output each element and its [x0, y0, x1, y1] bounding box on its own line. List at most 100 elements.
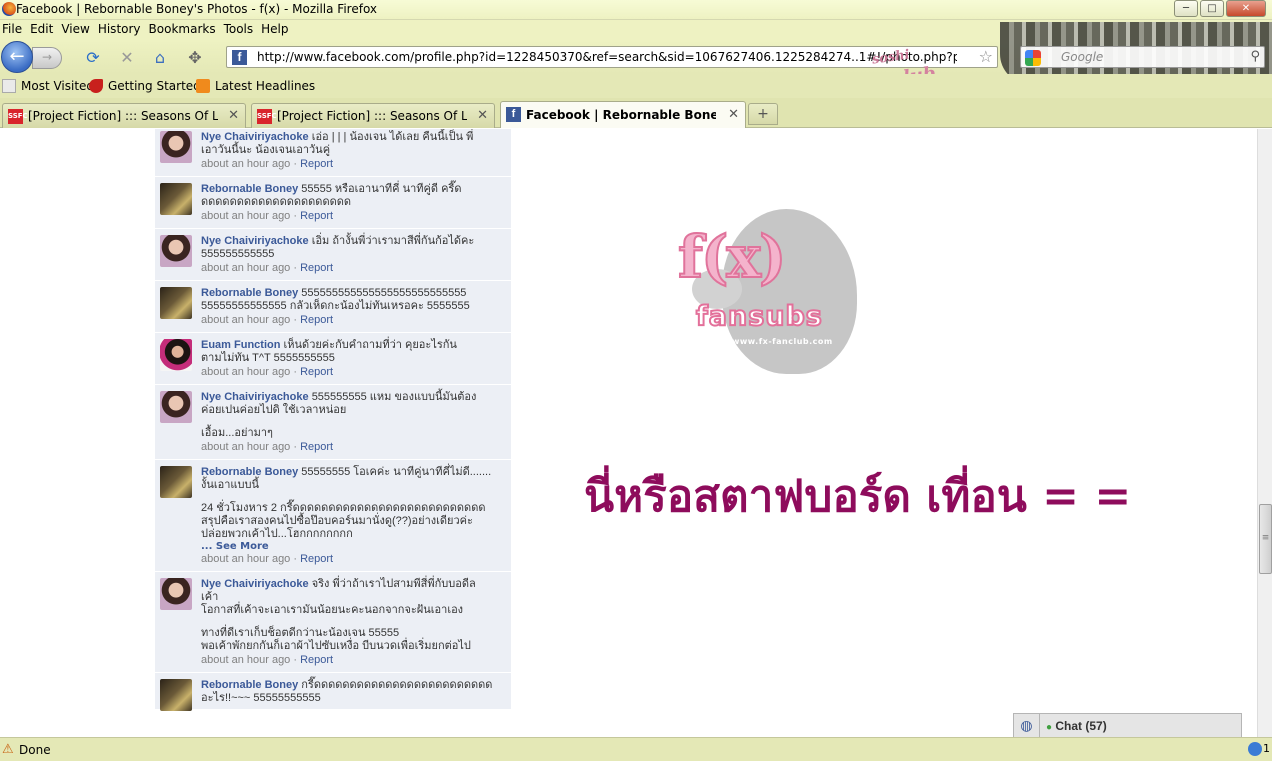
comment-item: Nye Chaiviriyachoke จริง พี่ว่าถ้าเราไปส… — [155, 572, 511, 673]
report-link[interactable]: Report — [300, 210, 333, 222]
avatar[interactable] — [160, 679, 192, 711]
stop-icon[interactable]: ✕ — [116, 48, 138, 68]
comment-body: จริง พี่ว่าถ้าเราไปสามพีสี่พี่กับบอดีล — [311, 578, 476, 590]
new-tab-button[interactable]: + — [748, 103, 778, 125]
bookmark-getting-started[interactable]: Getting Started — [89, 79, 201, 93]
comment-author-link[interactable]: Euam Function — [201, 339, 280, 351]
comment-author-link[interactable]: Rebornable Boney — [201, 466, 298, 478]
comment-author-link[interactable]: Rebornable Boney — [201, 679, 298, 691]
back-button[interactable]: ← — [1, 41, 33, 73]
menu-edit[interactable]: Edit — [28, 20, 59, 40]
back-arrow-icon: ← — [9, 46, 25, 67]
comment-timestamp: about an hour ago — [201, 441, 291, 453]
comment-text: Nye Chaiviriyachoke เอิ่ม ถ้างั้นพี่ว่าเ… — [201, 235, 507, 248]
url-text[interactable]: http://www.facebook.com/profile.php?id=1… — [257, 50, 957, 64]
window-controls: ─ □ ✕ — [1174, 0, 1266, 17]
avatar[interactable] — [160, 287, 192, 319]
comment-item: Nye Chaiviriyachoke เอิ่ม ถ้างั้นพี่ว่าเ… — [155, 229, 511, 281]
see-more-link[interactable]: ... See More — [201, 541, 507, 552]
menu-history[interactable]: History — [96, 20, 147, 40]
most-visited-icon — [2, 79, 16, 93]
avatar[interactable] — [160, 339, 192, 371]
report-link[interactable]: Report — [300, 262, 333, 274]
minimize-button[interactable]: ─ — [1174, 0, 1198, 17]
close-tab-icon[interactable]: ✕ — [477, 108, 488, 123]
avatar[interactable] — [160, 578, 192, 610]
comment-body: 555555555555 — [201, 248, 275, 260]
menu-tools[interactable]: Tools — [222, 20, 260, 40]
report-link[interactable]: Report — [300, 366, 333, 378]
forward-button[interactable]: → — [32, 47, 62, 69]
globe-icon[interactable]: ◍ — [1014, 714, 1040, 738]
maximize-button[interactable]: □ — [1200, 0, 1224, 17]
avatar[interactable] — [160, 183, 192, 215]
scrollbar-thumb[interactable]: ≡ — [1259, 504, 1272, 574]
comment-item: Rebornable Boney 55555555555555555555555… — [155, 281, 511, 333]
avatar[interactable] — [160, 131, 192, 163]
tab-title: [Project Fiction] ::: Seasons Of Love ..… — [277, 109, 467, 123]
comment-body: 24 ชั่วโมงหาร 2 กรี๊ดดดดดดดดดดดดดดดดดดดด… — [201, 502, 486, 514]
reload-icon[interactable]: ⟳ — [82, 48, 104, 68]
warning-icon[interactable]: ⚠ — [2, 742, 14, 757]
comment-body: พอเค้าพักยกกันก็เอาผ้าไปซับเหงื่อ บีบนวด… — [201, 640, 471, 652]
comment-author-link[interactable]: Nye Chaiviriyachoke — [201, 578, 309, 590]
comment-body: ทางที่ดีเราเก็บช็อตดีกว่านะน้องเจน 55555 — [201, 627, 400, 639]
comment-author-link[interactable]: Nye Chaiviriyachoke — [201, 235, 309, 247]
tab-title: Facebook | Rebornable Boney's P... — [526, 108, 716, 122]
comment-author-link[interactable]: Rebornable Boney — [201, 287, 298, 299]
menu-file[interactable]: File — [0, 20, 28, 40]
tab-project-fiction-1[interactable]: SSFC [Project Fiction] ::: Seasons Of Lo… — [2, 103, 246, 128]
comment-author-link[interactable]: Rebornable Boney — [201, 183, 298, 195]
avatar[interactable] — [160, 235, 192, 267]
search-placeholder: Google — [1061, 50, 1104, 64]
search-box[interactable]: Google ⚲ — [1020, 46, 1265, 68]
vertical-scrollbar[interactable]: ≡ — [1257, 129, 1272, 737]
avatar[interactable] — [160, 391, 192, 423]
comments-list: Nye Chaiviriyachoke เอ่อ | | | น้องเจน ไ… — [155, 129, 511, 711]
tab-project-fiction-2[interactable]: SSFC [Project Fiction] ::: Seasons Of Lo… — [251, 103, 495, 128]
avatar[interactable] — [160, 466, 192, 498]
tab-title: [Project Fiction] ::: Seasons Of Love ..… — [28, 109, 218, 123]
comment-author-link[interactable]: Nye Chaiviriyachoke — [201, 131, 309, 143]
tab-facebook-photos[interactable]: f Facebook | Rebornable Boney's P... ✕ — [500, 101, 746, 128]
home-icon[interactable]: ⌂ — [149, 48, 171, 68]
bookmark-latest-headlines[interactable]: Latest Headlines — [196, 79, 315, 93]
report-link[interactable]: Report — [300, 314, 333, 326]
rss-icon — [196, 79, 210, 93]
comment-body: ค่อยเปนค่อยไปดิ ใช้เวลาหน่อย — [201, 404, 347, 416]
comment-timestamp: about an hour ago — [201, 210, 291, 222]
comment-author-link[interactable]: Nye Chaiviriyachoke — [201, 391, 309, 403]
report-link[interactable]: Report — [300, 553, 333, 565]
comment-body: 55555 หรือเอานาทีคี่ นาทีคู่ดี ครี๊ด — [301, 183, 462, 195]
report-link[interactable]: Report — [300, 441, 333, 453]
addon-status-icon[interactable] — [1248, 742, 1262, 756]
report-link[interactable]: Report — [300, 654, 333, 666]
menu-help[interactable]: Help — [259, 20, 294, 40]
comment-meta: about an hour ago · Report — [201, 552, 507, 567]
meta-separator: · — [290, 210, 301, 222]
comment-timestamp: about an hour ago — [201, 314, 291, 326]
bookmark-most-visited[interactable]: Most Visited — [2, 79, 94, 93]
menu-view[interactable]: View — [59, 20, 95, 40]
close-tab-icon[interactable]: ✕ — [728, 107, 739, 122]
chat-bar[interactable]: ◍ ● Chat (57) — [1013, 713, 1242, 738]
bookmark-label: Most Visited — [21, 79, 95, 93]
bookmark-star-icon[interactable]: ☆ — [979, 47, 993, 66]
status-bar: ⚠ Done 1 — [0, 737, 1272, 761]
menu-bar: File Edit View History Bookmarks Tools H… — [0, 20, 1272, 40]
page-content: Nye Chaiviriyachoke เอ่อ | | | น้องเจน ไ… — [0, 129, 1257, 737]
meta-separator: · — [290, 262, 301, 274]
close-window-button[interactable]: ✕ — [1226, 0, 1266, 17]
comment-item: Nye Chaiviriyachoke 555555555 แหม ของแบบ… — [155, 385, 511, 460]
report-link[interactable]: Report — [300, 158, 333, 170]
address-bar[interactable]: f http://www.facebook.com/profile.php?id… — [226, 46, 998, 68]
online-status-icon: ● — [1046, 722, 1053, 733]
addon-icon[interactable]: ✥ — [184, 48, 206, 68]
google-icon[interactable] — [1025, 50, 1041, 66]
chat-button[interactable]: ● Chat (57) — [1046, 719, 1107, 733]
search-icon[interactable]: ⚲ — [1250, 49, 1260, 64]
comment-text: Nye Chaiviriyachoke เอ่อ | | | น้องเจน ไ… — [201, 131, 507, 144]
close-tab-icon[interactable]: ✕ — [228, 108, 239, 123]
menu-bookmarks[interactable]: Bookmarks — [147, 20, 222, 40]
